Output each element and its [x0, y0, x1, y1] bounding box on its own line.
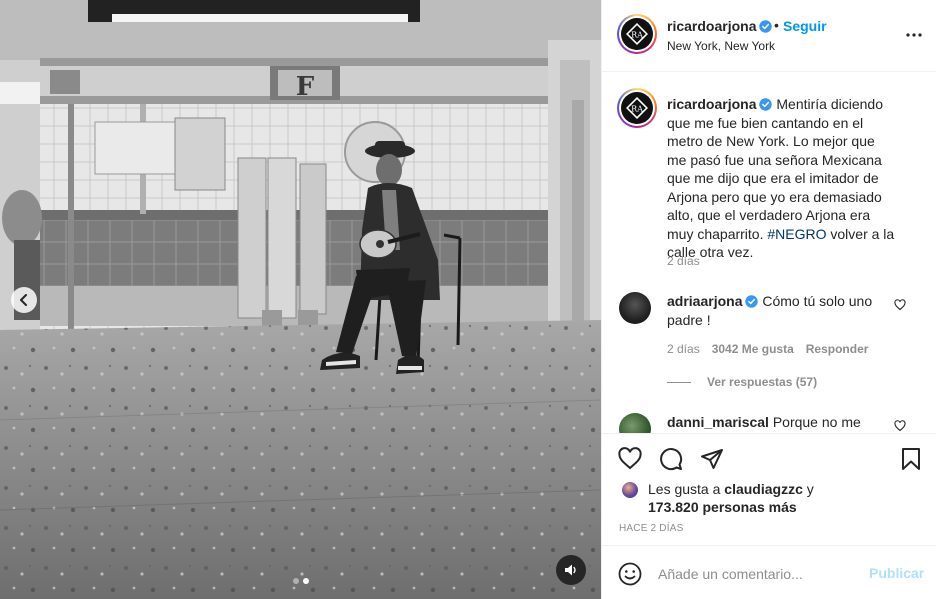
verified-badge-icon [745, 295, 759, 308]
post-actions: Les gusta a claudiagzzc y 173.820 person… [602, 433, 936, 599]
comment-text: adriaarjona Cómo tú solo uno padre ! [667, 292, 882, 329]
verified-badge-icon [759, 20, 773, 33]
save-button[interactable] [897, 445, 925, 473]
post-media[interactable]: F [0, 0, 601, 599]
svg-text:RA: RA [631, 31, 643, 40]
heart-icon [894, 420, 906, 432]
carousel-indicator [0, 578, 601, 584]
likes-prefix: Les gusta a [648, 481, 721, 497]
ra-logo-icon: RA [626, 97, 648, 119]
bookmark-icon [902, 448, 920, 470]
view-replies-button[interactable]: Ver respuestas (57) [667, 375, 817, 389]
liker-avatar[interactable] [620, 480, 644, 504]
comment-avatar[interactable] [619, 292, 651, 324]
caption-timestamp[interactable]: 2 días [667, 254, 700, 268]
comment-time[interactable]: 2 días [667, 342, 700, 356]
comment-body: Porque no me [772, 414, 861, 430]
svg-text:RA: RA [631, 105, 643, 114]
heart-icon [618, 447, 642, 470]
comment-likes-count[interactable]: 3042 Me gusta [712, 342, 794, 356]
emoji-button[interactable] [618, 562, 642, 589]
share-button[interactable] [698, 445, 726, 473]
caption-text: ricardoarjona Mentiría diciendo que me f… [667, 95, 897, 262]
metro-card-stands [237, 157, 327, 340]
caption-username[interactable]: ricardoarjona [667, 96, 756, 112]
caption-body: Mentiría diciendo que me fue bien cantan… [667, 96, 883, 242]
author-username[interactable]: ricardoarjona [667, 18, 773, 34]
chevron-left-icon [20, 294, 27, 306]
ra-logo-icon: RA [626, 23, 648, 45]
separator-dot: • [774, 17, 779, 33]
station-letter: F [296, 72, 315, 102]
like-button[interactable] [616, 445, 644, 473]
carousel-dot-active [302, 578, 309, 584]
follow-button[interactable]: Seguir [783, 18, 827, 34]
post-location[interactable]: New York, New York [667, 39, 775, 53]
comment-username[interactable]: danni_mariscal [667, 414, 769, 430]
caption-avatar[interactable]: RA [617, 88, 657, 128]
view-replies-label: Ver respuestas (57) [707, 375, 818, 389]
comment-like-button[interactable] [894, 298, 906, 314]
likes-text: Les gusta a claudiagzzc y 173.820 person… [648, 480, 848, 516]
comment-button[interactable] [657, 445, 685, 473]
more-options-button[interactable] [903, 24, 925, 46]
comment-like-button[interactable] [894, 419, 906, 433]
comment-avatar[interactable] [619, 413, 651, 433]
heart-icon [894, 299, 906, 311]
subway-photo: F [0, 0, 601, 599]
hashtag-link[interactable]: #NEGRO [767, 226, 826, 242]
share-icon [701, 449, 723, 469]
verified-badge-icon [759, 98, 773, 111]
comment-username[interactable]: adriaarjona [667, 293, 742, 309]
replies-divider [667, 381, 691, 383]
add-comment-form: Publicar [602, 545, 936, 599]
comment-icon [660, 448, 683, 471]
comment-meta: 2 días 3042 Me gusta Responder [667, 342, 868, 356]
more-options-icon [906, 33, 922, 37]
likes-count[interactable]: 173.820 personas más [648, 499, 797, 515]
post-timestamp[interactable]: HACE 2 DÍAS [619, 523, 683, 534]
publish-button[interactable]: Publicar [869, 565, 924, 581]
reply-button[interactable]: Responder [806, 342, 869, 356]
audio-toggle-button[interactable] [556, 555, 586, 585]
author-avatar[interactable]: RA [617, 14, 657, 54]
likes-conj: y [806, 481, 814, 497]
comment-input[interactable] [658, 564, 858, 584]
post-side-panel: RA ricardoarjona • Seguir New York, New … [601, 0, 936, 599]
comment-text: danni_mariscal Porque no me [667, 413, 882, 432]
carousel-dot [292, 578, 299, 584]
liker-username[interactable]: claudiagzzc [724, 481, 803, 497]
audio-icon [565, 564, 576, 576]
emoji-icon [618, 562, 642, 586]
previous-slide-button[interactable] [11, 287, 37, 313]
post-header: RA ricardoarjona • Seguir New York, New … [602, 0, 936, 72]
comments-section[interactable]: RA ricardoarjona Mentiría diciendo que m… [602, 73, 936, 433]
